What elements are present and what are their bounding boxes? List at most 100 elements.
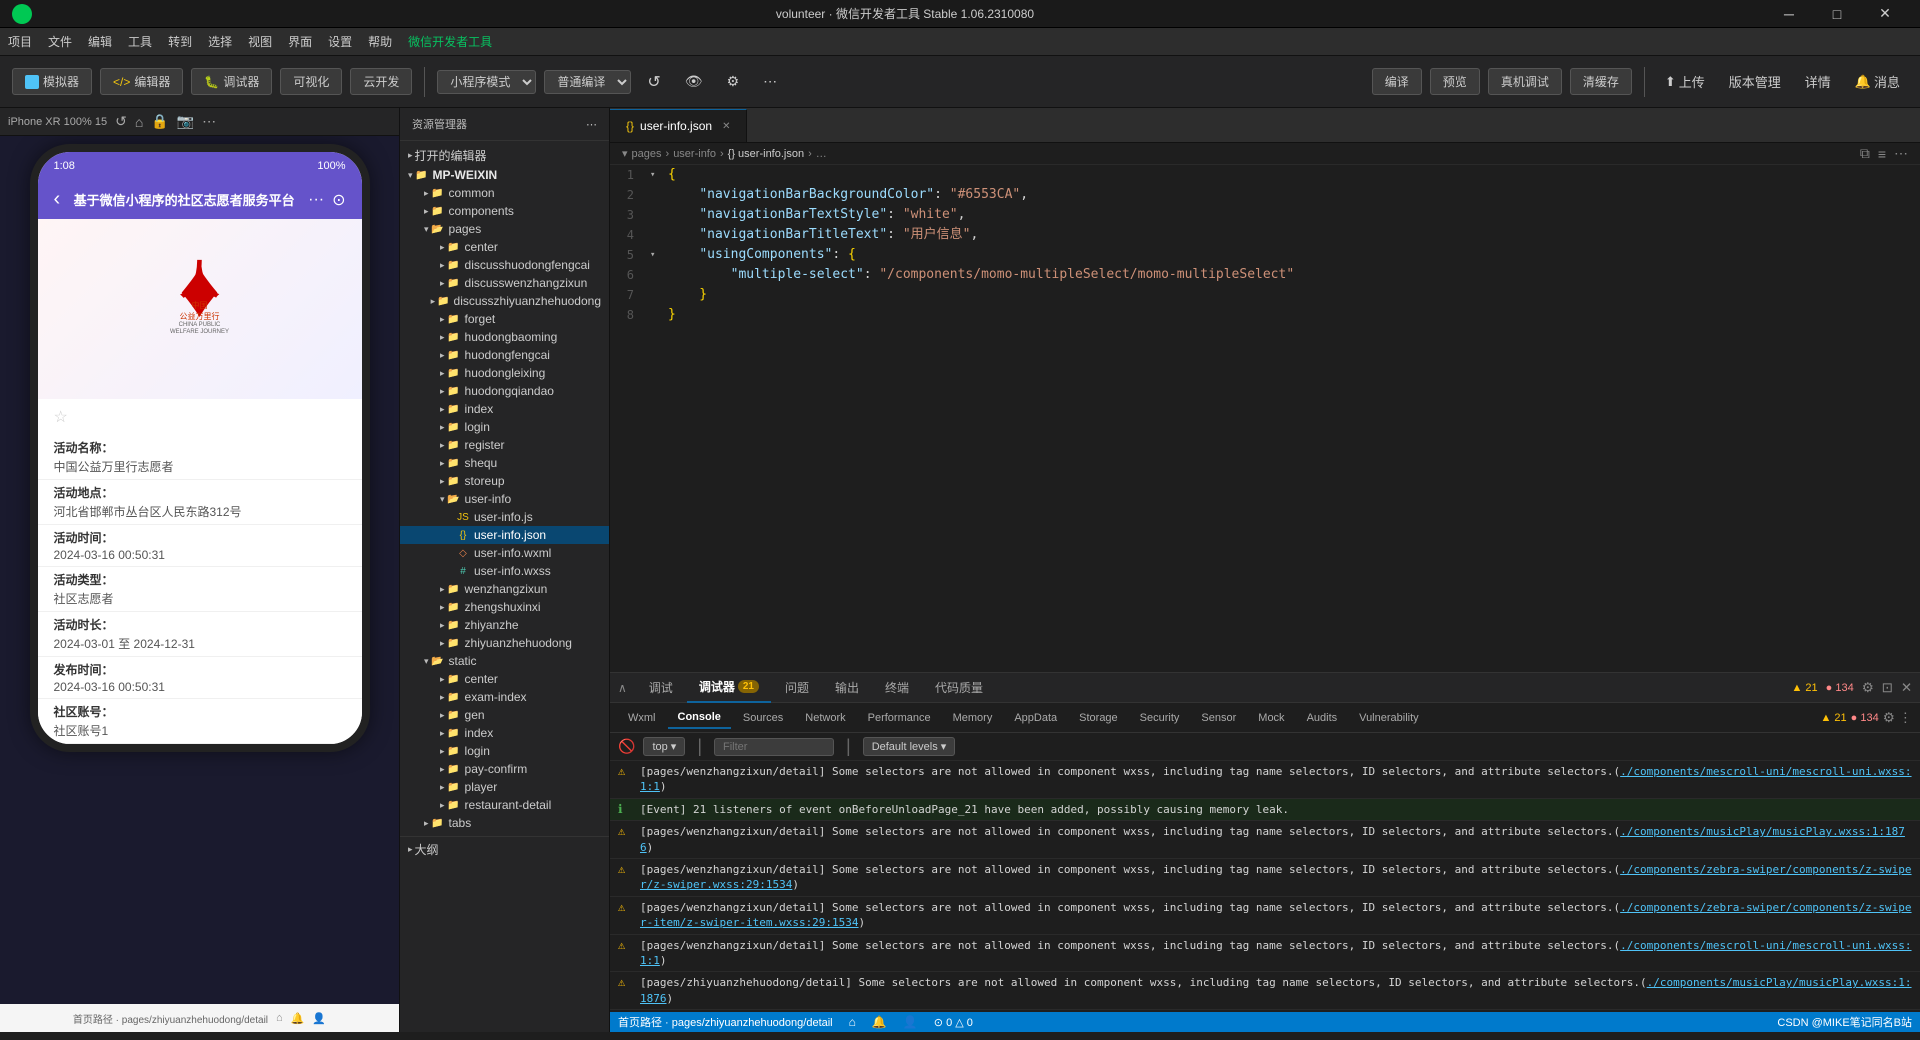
- upload-button[interactable]: ⬆ 上传: [1657, 68, 1713, 95]
- menu-item-edit[interactable]: 编辑: [88, 33, 112, 50]
- more-options-button[interactable]: ⋯: [755, 69, 785, 94]
- folder-forget[interactable]: ▸ 📁 forget: [400, 310, 609, 328]
- tab-appdata[interactable]: AppData: [1004, 708, 1067, 728]
- devtools-settings-button[interactable]: ⚙: [1862, 680, 1874, 696]
- folder-discusszhiy[interactable]: ▸ 📁 discusszhiyuanzhehuodong: [400, 292, 609, 310]
- tab-network[interactable]: Network: [795, 708, 855, 728]
- breadcrumb-json[interactable]: {} user-info.json: [728, 148, 804, 160]
- msg-link-1[interactable]: ./components/musicPlay/musicPlay.wxss:1:…: [640, 825, 1905, 853]
- minimize-button[interactable]: ─: [1766, 0, 1812, 28]
- debugger-button[interactable]: 🐛 调试器: [191, 68, 272, 95]
- folder-huodongqiandao[interactable]: ▸ 📁 huodongqiandao: [400, 382, 609, 400]
- tab-mock[interactable]: Mock: [1248, 708, 1294, 728]
- folder-static[interactable]: ▾ 📂 static: [400, 652, 609, 670]
- tab-console[interactable]: Console: [668, 707, 731, 729]
- folder-wenzhangzixun[interactable]: ▸ 📁 wenzhangzixun: [400, 580, 609, 598]
- devtools-tab-issues[interactable]: 问题: [773, 673, 821, 703]
- phone-refresh-button[interactable]: ↺: [115, 113, 127, 130]
- code-tab-user-info-json[interactable]: {} user-info.json ✕: [610, 109, 747, 142]
- folder-zhiyuanzhehuodong[interactable]: ▸ 📁 zhiyuanzhehuodong: [400, 634, 609, 652]
- tab-performance[interactable]: Performance: [858, 708, 941, 728]
- devtools-split-button[interactable]: ⊡: [1882, 680, 1893, 696]
- open-editors-section[interactable]: ▸ 打开的编辑器: [400, 145, 609, 166]
- folder-static-login[interactable]: ▸ 📁 login: [400, 742, 609, 760]
- collapse-button[interactable]: ≡: [1878, 145, 1886, 162]
- folder-restaurant-detail[interactable]: ▸ 📁 restaurant-detail: [400, 796, 609, 814]
- folder-pages[interactable]: ▾ 📂 pages: [400, 220, 609, 238]
- mode-selector[interactable]: 小程序模式: [437, 70, 536, 94]
- tab-close-button[interactable]: ✕: [722, 121, 730, 132]
- real-machine-button[interactable]: 真机调试: [1488, 68, 1562, 95]
- tab-storage[interactable]: Storage: [1069, 708, 1128, 728]
- folder-center[interactable]: ▸ 📁 center: [400, 238, 609, 256]
- simulator-button[interactable]: 模拟器: [12, 68, 92, 95]
- folder-tabs[interactable]: ▸ 📁 tabs: [400, 814, 609, 832]
- preview-toggle-button[interactable]: 👁: [677, 69, 711, 94]
- tab-sensor[interactable]: Sensor: [1191, 708, 1246, 728]
- folder-index[interactable]: ▸ 📁 index: [400, 400, 609, 418]
- detail-button[interactable]: 详情: [1797, 68, 1839, 95]
- folder-discusshuodong[interactable]: ▸ 📁 discusshuodongfengcai: [400, 256, 609, 274]
- folder-exam-index[interactable]: ▸ 📁 exam-index: [400, 688, 609, 706]
- folder-huodongfengcai[interactable]: ▸ 📁 huodongfengcai: [400, 346, 609, 364]
- folder-shequ[interactable]: ▸ 📁 shequ: [400, 454, 609, 472]
- tab-security[interactable]: Security: [1130, 708, 1190, 728]
- tab-audits[interactable]: Audits: [1297, 708, 1348, 728]
- folder-pay-confirm[interactable]: ▸ 📁 pay-confirm: [400, 760, 609, 778]
- folder-user-info[interactable]: ▾ 📂 user-info: [400, 490, 609, 508]
- folder-register[interactable]: ▸ 📁 register: [400, 436, 609, 454]
- menu-item-settings[interactable]: 设置: [328, 33, 352, 50]
- explorer-more-icon[interactable]: ⋯: [586, 118, 597, 131]
- preview-button[interactable]: 预览: [1430, 68, 1480, 95]
- msg-link-2[interactable]: ./components/zebra-swiper/components/z-s…: [640, 863, 1912, 891]
- visualize-button[interactable]: 可视化: [280, 68, 342, 95]
- maximize-button[interactable]: □: [1814, 0, 1860, 28]
- menu-item-project[interactable]: 项目: [8, 33, 32, 50]
- file-user-info-wxml[interactable]: ◇ user-info.wxml: [400, 544, 609, 562]
- tab-vulnerability[interactable]: Vulnerability: [1349, 708, 1429, 728]
- close-button[interactable]: ✕: [1862, 0, 1908, 28]
- camera-button[interactable]: ⊙: [332, 190, 345, 210]
- menu-item-help[interactable]: 帮助: [368, 33, 392, 50]
- devtools-tab-quality[interactable]: 代码质量: [923, 673, 995, 703]
- menu-item-view[interactable]: 视图: [248, 33, 272, 50]
- folder-static-index[interactable]: ▸ 📁 index: [400, 724, 609, 742]
- devtools-close-x-button[interactable]: ✕: [1901, 680, 1912, 696]
- settings-small-button[interactable]: ⚙: [719, 69, 748, 94]
- devtools-close-button[interactable]: ∧: [618, 681, 627, 695]
- folder-components[interactable]: ▸ 📁 components: [400, 202, 609, 220]
- folder-static-center[interactable]: ▸ 📁 center: [400, 670, 609, 688]
- version-manager-button[interactable]: 版本管理: [1721, 68, 1789, 95]
- inner-settings-button[interactable]: ⚙: [1883, 710, 1895, 726]
- compile-selector[interactable]: 普通编译: [544, 70, 631, 94]
- back-button[interactable]: ‹: [54, 188, 61, 211]
- editor-button[interactable]: </> 编辑器: [100, 68, 183, 95]
- file-user-info-js[interactable]: JS user-info.js: [400, 508, 609, 526]
- folder-discusswenzh[interactable]: ▸ 📁 discusswenzhangzixun: [400, 274, 609, 292]
- file-user-info-json[interactable]: {} user-info.json: [400, 526, 609, 544]
- folder-login[interactable]: ▸ 📁 login: [400, 418, 609, 436]
- menu-item-tools[interactable]: 工具: [128, 33, 152, 50]
- breadcrumb-user-info[interactable]: user-info: [673, 148, 716, 160]
- clear-cache-button[interactable]: 清缓存: [1570, 68, 1632, 95]
- compile-button[interactable]: 编译: [1372, 68, 1422, 95]
- menu-item-select[interactable]: 选择: [208, 33, 232, 50]
- tab-sources[interactable]: Sources: [733, 708, 793, 728]
- phone-star-button[interactable]: ☆: [38, 399, 362, 435]
- notification-button[interactable]: 🔔 消息: [1847, 68, 1908, 95]
- devtools-tab-output[interactable]: 输出: [823, 673, 871, 703]
- folder-zhiyanzhe[interactable]: ▸ 📁 zhiyanzhe: [400, 616, 609, 634]
- msg-link-3[interactable]: ./components/zebra-swiper/components/z-s…: [640, 901, 1912, 929]
- folder-common[interactable]: ▸ 📁 common: [400, 184, 609, 202]
- top-context-label[interactable]: top ▾: [643, 737, 685, 756]
- split-editor-button[interactable]: ⧉: [1860, 145, 1870, 162]
- code-editor[interactable]: 1 ▾ { 2 "navigationBarBackgroundColor": …: [610, 165, 1920, 672]
- menu-item-file[interactable]: 文件: [48, 33, 72, 50]
- folder-player[interactable]: ▸ 📁 player: [400, 778, 609, 796]
- more-dots-button[interactable]: ···: [308, 191, 324, 209]
- folder-storeup[interactable]: ▸ 📁 storeup: [400, 472, 609, 490]
- msg-link-5[interactable]: ./components/musicPlay/musicPlay.wxss:1:…: [640, 976, 1912, 1004]
- clear-console-button[interactable]: 🚫: [618, 738, 635, 755]
- tab-wxml[interactable]: Wxml: [618, 708, 666, 728]
- console-filter-input[interactable]: [714, 738, 834, 756]
